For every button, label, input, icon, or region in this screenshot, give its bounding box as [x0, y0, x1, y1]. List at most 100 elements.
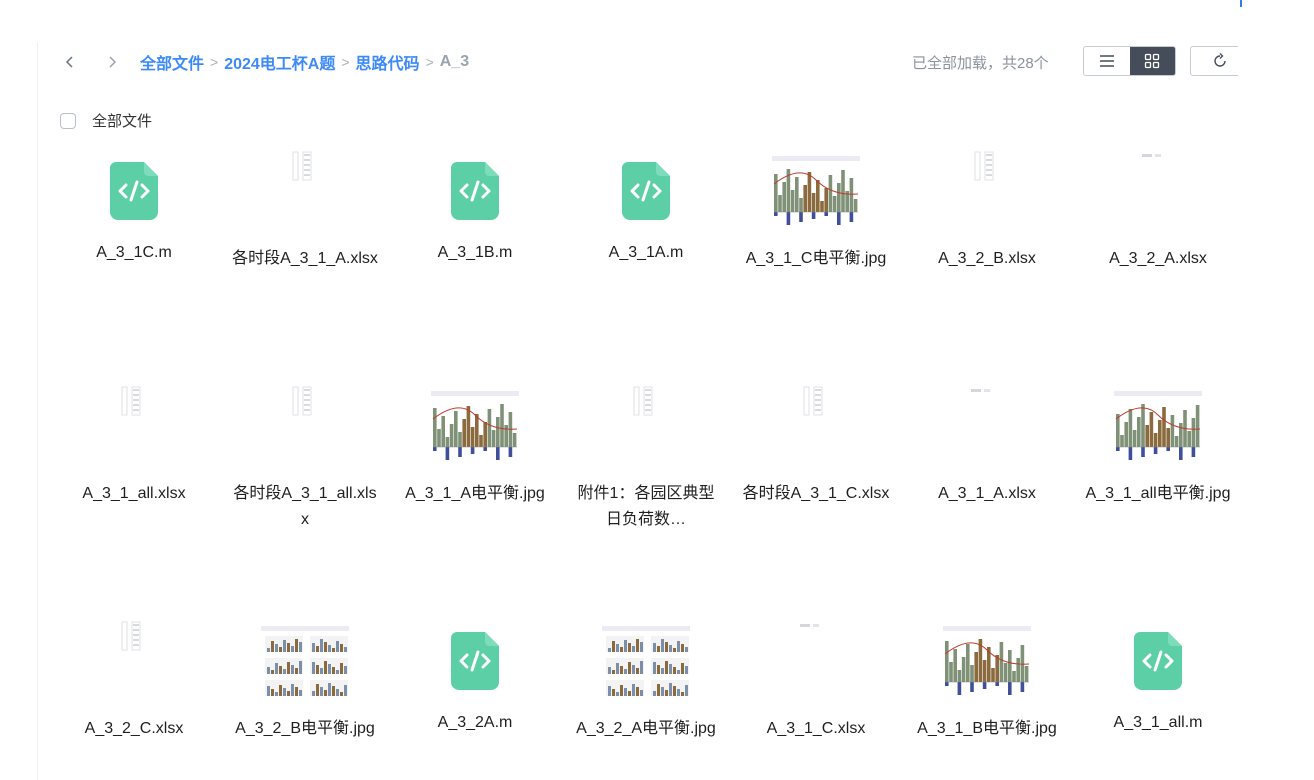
grid-icon [1145, 53, 1160, 69]
code-file-icon [1134, 632, 1182, 690]
file-name: A_3_1_B电平衡.jpg [917, 720, 1057, 737]
file-name: A_3_1_A电平衡.jpg [405, 485, 545, 502]
chevron-left-icon [65, 56, 73, 68]
spreadsheet-thumbnail-icon [121, 621, 141, 651]
file-name: A_3_2_A电平衡.jpg [576, 720, 716, 737]
header-clip [1238, 40, 1314, 85]
spreadsheet-thumbnail-icon [974, 151, 994, 181]
file-thumbnail [451, 162, 499, 225]
select-all-label: 全部文件 [92, 113, 153, 130]
file-item[interactable]: A_3_2A.m [400, 620, 550, 770]
breadcrumb-separator: > [425, 54, 434, 70]
list-view-button[interactable] [1084, 47, 1130, 75]
file-thumbnail [616, 385, 676, 430]
file-item[interactable]: A_3_1_C.xlsx [741, 620, 891, 770]
forward-button[interactable] [100, 50, 124, 74]
breadcrumb: 全部文件 > 2024电工杯A题 > 思路代码 > A_3 [140, 50, 469, 74]
file-item[interactable]: A_3_1A.m [571, 150, 721, 300]
code-file-icon [451, 632, 499, 690]
file-item[interactable]: A_3_1_A电平衡.jpg [400, 385, 550, 535]
chart-image-thumbnail [259, 624, 351, 704]
chart-image-thumbnail [1112, 389, 1204, 469]
file-name: A_3_2_B.xlsx [938, 250, 1036, 267]
breadcrumb-separator: > [341, 54, 350, 70]
breadcrumb-all-files[interactable]: 全部文件 [140, 50, 204, 74]
file-name: A_3_1_C电平衡.jpg [745, 250, 887, 267]
spreadsheet-thumbnail-icon [800, 624, 819, 627]
file-thumbnail [786, 385, 846, 430]
file-thumbnail [104, 620, 164, 665]
file-name: 附件1：各园区典型日负荷数… [577, 485, 715, 528]
select-all-checkbox[interactable] [60, 112, 76, 129]
file-name: 各时段A_3_1_all.xlsx [233, 485, 377, 528]
chart-image-thumbnail [600, 624, 692, 704]
chart-image-thumbnail [429, 389, 521, 469]
file-item[interactable]: A_3_1B.m [400, 150, 550, 300]
scroll-indicator [1240, 0, 1242, 7]
chart-image-thumbnail [770, 154, 862, 234]
breadcrumb-code-folder[interactable]: 思路代码 [356, 50, 420, 74]
chart-image-thumbnail [941, 624, 1033, 704]
file-thumbnail [957, 150, 1017, 195]
file-item[interactable]: A_3_2_C.xlsx [59, 620, 209, 770]
file-name: A_3_2_C.xlsx [84, 720, 184, 737]
breadcrumb-competition-folder[interactable]: 2024电工杯A题 [224, 50, 335, 74]
spreadsheet-thumbnail-icon [1142, 154, 1161, 157]
file-name: A_3_1_A.xlsx [938, 485, 1036, 502]
chevron-right-icon [109, 56, 117, 68]
file-name: A_3_2_A.xlsx [1109, 250, 1207, 267]
breadcrumb-separator: > [210, 54, 219, 70]
file-thumbnail [622, 162, 670, 225]
file-thumbnail [259, 624, 351, 709]
file-item[interactable]: 各时段A_3_1_A.xlsx [230, 150, 380, 300]
grid-view-button[interactable] [1129, 47, 1175, 75]
file-name: A_3_2A.m [437, 714, 513, 731]
list-icon [1099, 55, 1114, 67]
code-file-icon [622, 162, 670, 220]
content-left-border [37, 42, 38, 780]
file-item[interactable]: A_3_1_all.m [1083, 620, 1233, 770]
file-name: A_3_1B.m [437, 244, 513, 261]
file-name: 各时段A_3_1_C.xlsx [742, 485, 890, 502]
file-name: A_3_1C.m [96, 244, 172, 261]
file-item[interactable]: A_3_2_A.xlsx [1083, 150, 1233, 300]
file-thumbnail [451, 632, 499, 695]
view-toggle [1083, 46, 1176, 76]
file-item[interactable]: A_3_1_B电平衡.jpg [912, 620, 1062, 770]
file-item[interactable]: A_3_2_B电平衡.jpg [230, 620, 380, 770]
spreadsheet-thumbnail-icon [633, 386, 653, 416]
file-name: 各时段A_3_1_A.xlsx [232, 250, 378, 267]
spreadsheet-thumbnail-icon [971, 389, 990, 392]
back-button[interactable] [58, 50, 82, 74]
spreadsheet-thumbnail-icon [292, 386, 312, 416]
file-thumbnail [1134, 632, 1182, 695]
file-name: A_3_2_B电平衡.jpg [235, 720, 375, 737]
file-thumbnail [957, 385, 1017, 430]
file-item[interactable]: A_3_1_all.xlsx [59, 385, 209, 535]
file-thumbnail [104, 385, 164, 430]
file-item[interactable]: A_3_1C.m [59, 150, 209, 300]
file-name: A_3_1_all.xlsx [82, 485, 186, 502]
file-item[interactable]: 各时段A_3_1_all.xlsx [230, 385, 380, 535]
file-item[interactable]: A_3_1_all电平衡.jpg [1083, 385, 1233, 535]
file-thumbnail [1112, 389, 1204, 474]
file-item[interactable]: A_3_1_A.xlsx [912, 385, 1062, 535]
file-item[interactable]: 附件1：各园区典型日负荷数… [571, 385, 721, 535]
file-thumbnail [110, 162, 158, 225]
file-name: A_3_1_C.xlsx [766, 720, 866, 737]
file-item[interactable]: A_3_1_C电平衡.jpg [741, 150, 891, 300]
file-item[interactable]: A_3_2_B.xlsx [912, 150, 1062, 300]
file-thumbnail [429, 389, 521, 474]
file-item[interactable]: A_3_2_A电平衡.jpg [571, 620, 721, 770]
spreadsheet-thumbnail-icon [292, 151, 312, 181]
spreadsheet-thumbnail-icon [121, 386, 141, 416]
file-thumbnail [941, 624, 1033, 709]
select-all[interactable]: 全部文件 [60, 110, 152, 131]
load-status: 已全部加载，共28个 [912, 55, 1049, 72]
file-thumbnail [770, 154, 862, 239]
file-thumbnail [275, 150, 335, 195]
file-thumbnail [275, 385, 335, 430]
file-name: A_3_1_all.m [1113, 714, 1203, 731]
file-item[interactable]: 各时段A_3_1_C.xlsx [741, 385, 891, 535]
file-name: A_3_1A.m [608, 244, 684, 261]
